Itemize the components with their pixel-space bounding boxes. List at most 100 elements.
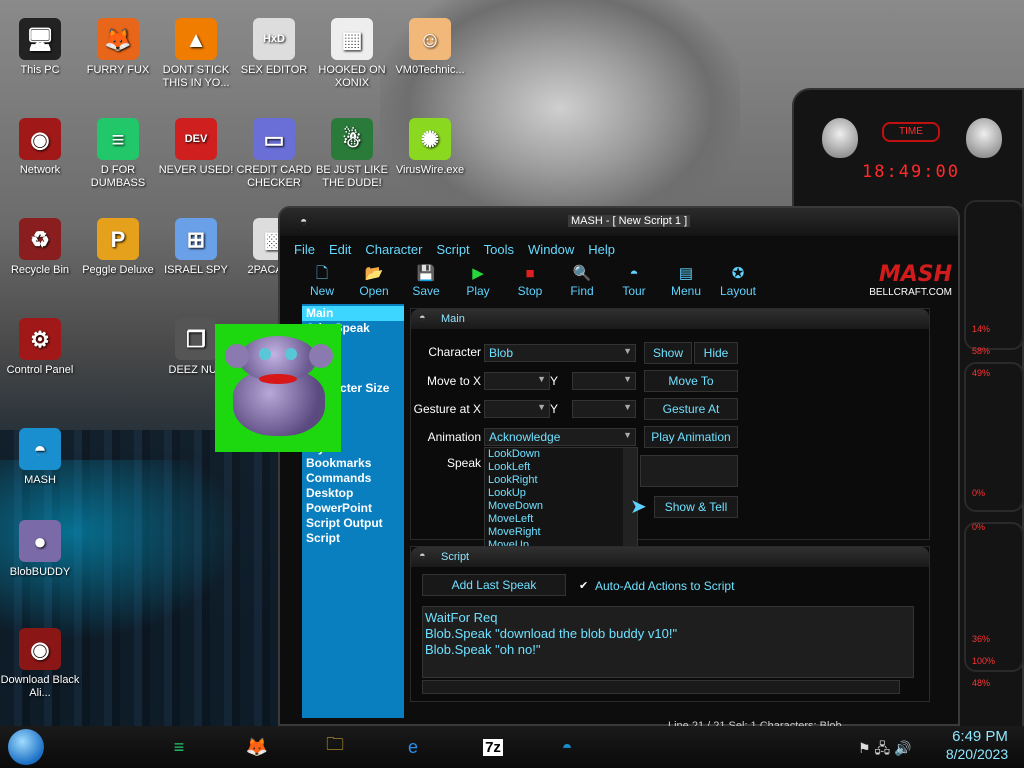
- taskbar-app-internet-explorer[interactable]: e: [394, 730, 432, 764]
- play-button[interactable]: ▶ Play: [452, 264, 504, 304]
- window-title: MASH - [ New Script 1 ]: [568, 215, 691, 227]
- mash-icon: ◓: [19, 428, 61, 470]
- taskbar-date[interactable]: 8/20/2023: [934, 746, 1020, 762]
- show-button[interactable]: Show: [644, 342, 692, 364]
- blob-ear: [309, 344, 333, 368]
- desktop-icon-control-panel[interactable]: ⚙ Control Panel: [0, 318, 80, 377]
- save-button[interactable]: 💾 Save: [400, 264, 452, 304]
- recycle-bin-icon: ♻: [19, 218, 61, 260]
- taskbar-app-file-explorer[interactable]: 🗀: [316, 730, 354, 764]
- menu-edit[interactable]: Edit: [329, 242, 351, 257]
- volume-icon[interactable]: 🔊: [894, 740, 911, 756]
- animation-combo[interactable]: Acknowledge ▼: [484, 428, 636, 446]
- play-animation-button[interactable]: Play Animation: [644, 426, 738, 448]
- main-panel-title: Main: [441, 313, 465, 325]
- taskbar-app-mash[interactable]: ◓: [548, 730, 586, 764]
- desktop-icon-label: Download Black Ali...: [0, 674, 80, 699]
- animation-option[interactable]: LookRight: [485, 474, 637, 487]
- show-tell-button[interactable]: Show & Tell: [654, 496, 738, 518]
- character-combo[interactable]: Blob ▼: [484, 344, 636, 362]
- desktop-icon-doctor[interactable]: ☺ VM0Technic...: [390, 18, 470, 77]
- desktop-icon-vlc-cone[interactable]: ▲ DONT STICK THIS IN YO...: [156, 18, 236, 90]
- desktop-icon-devcpp[interactable]: DEV NEVER USED!: [156, 118, 236, 177]
- taskbar-app-chat-app[interactable]: ≡: [160, 730, 198, 764]
- menu-button[interactable]: ▤ Menu: [660, 264, 712, 304]
- taskbar-time[interactable]: 6:49 PM: [940, 728, 1020, 745]
- desktop-icon-lime[interactable]: ✺ VirusWire.exe: [390, 118, 470, 177]
- nav-item[interactable]: Desktop: [302, 486, 404, 501]
- toolbar-label: Play: [466, 284, 490, 298]
- desktop-icon-mash[interactable]: ◓ MASH: [0, 428, 80, 487]
- auto-add-checkbox-label[interactable]: Auto-Add Actions to Script: [595, 579, 734, 593]
- desktop-icon-peggle[interactable]: P Peggle Deluxe: [78, 218, 158, 277]
- toolbar-label: New: [309, 284, 334, 298]
- desktop-icon-chat[interactable]: ≡ D FOR DUMBASS: [78, 118, 158, 190]
- open-button[interactable]: 📂 Open: [348, 264, 400, 304]
- desktop-icon-firefox[interactable]: 🦊 FURRY FUX: [78, 18, 158, 77]
- folder-icon: 🗀: [326, 734, 344, 754]
- menu-file[interactable]: File: [294, 242, 315, 257]
- move-y-combo[interactable]: ▼: [572, 372, 636, 390]
- move-to-button[interactable]: Move To: [644, 370, 738, 392]
- taskbar-app-firefox[interactable]: 🦊: [238, 730, 276, 764]
- animation-option[interactable]: MoveDown: [485, 500, 637, 513]
- nav-item[interactable]: Script: [302, 531, 404, 546]
- desktop-icon-label: MASH: [24, 474, 56, 486]
- animation-dropdown-list[interactable]: LookDown LookLeft LookRight LookUp MoveDown M…: [484, 447, 638, 551]
- taskbar-app-7zip[interactable]: 7z: [474, 730, 512, 764]
- script-editor[interactable]: WaitFor Req Blob.Speak "download the blob…: [422, 606, 914, 678]
- desktop-icon-blob[interactable]: ● BlobBUDDY: [0, 520, 80, 579]
- nav-item[interactable]: Script Output: [302, 516, 404, 531]
- desktop-icon-xonix[interactable]: ▦ HOOKED ON XONIX: [312, 18, 392, 90]
- speak-input[interactable]: [640, 455, 738, 487]
- start-button[interactable]: [8, 729, 44, 765]
- desktop-icon-monitor[interactable]: 🖥 This PC: [0, 18, 80, 77]
- find-button[interactable]: 🔍 Find: [556, 264, 608, 304]
- gesture-y-combo[interactable]: ▼: [572, 400, 636, 418]
- play-icon: ▶: [472, 265, 484, 282]
- toolbar-label: Layout: [719, 284, 757, 298]
- window-titlebar[interactable]: ◓ MASH - [ New Script 1 ]: [280, 208, 958, 236]
- animation-option[interactable]: LookLeft: [485, 461, 637, 474]
- desktop-icon-elf[interactable]: ☃ BE JUST LIKE THE DUDE!: [312, 118, 392, 190]
- menu-script[interactable]: Script: [436, 242, 469, 257]
- new-button[interactable]: 🗋 New: [296, 264, 348, 304]
- layout-button[interactable]: ✪ Layout: [712, 264, 764, 304]
- checkbox-check-icon[interactable]: ✔: [579, 579, 588, 592]
- gesture-at-button[interactable]: Gesture At: [644, 398, 738, 420]
- move-y-label: Y: [549, 374, 558, 388]
- nav-item[interactable]: PowerPoint: [302, 501, 404, 516]
- add-last-speak-button[interactable]: Add Last Speak: [422, 574, 566, 596]
- nav-item[interactable]: Bookmarks: [302, 456, 404, 471]
- script-line: Blob.Speak "oh no!": [425, 642, 541, 657]
- hide-button[interactable]: Hide: [694, 342, 738, 364]
- desktop-icon-alien-download[interactable]: ◉ Download Black Ali...: [0, 628, 80, 700]
- toolbar-label: Save: [412, 284, 440, 298]
- monitor-icon: 🖥: [19, 18, 61, 60]
- open-folder-icon: 📂: [364, 265, 384, 282]
- blob-character[interactable]: [215, 324, 341, 452]
- toolbar-label: Tour: [622, 284, 646, 298]
- nav-item[interactable]: Commands: [302, 471, 404, 486]
- menu-help[interactable]: Help: [588, 242, 615, 257]
- menu-tools[interactable]: Tools: [484, 242, 514, 257]
- script-hscrollbar[interactable]: [422, 680, 900, 694]
- desktop-icon-recycle-bin[interactable]: ♻ Recycle Bin: [0, 218, 80, 277]
- desktop-icon-network-spy[interactable]: ⊞ ISRAEL SPY: [156, 218, 236, 277]
- animation-option[interactable]: MoveRight: [485, 526, 637, 539]
- desktop-icon-alien-network[interactable]: ◉ Network: [0, 118, 80, 177]
- tour-button[interactable]: ◓ Tour: [608, 264, 660, 304]
- menu-window[interactable]: Window: [528, 242, 574, 257]
- widget-clock: 18:49:00: [862, 162, 960, 182]
- menu-character[interactable]: Character: [365, 242, 422, 257]
- animation-option[interactable]: LookDown: [485, 448, 637, 461]
- nav-item[interactable]: Main: [302, 306, 404, 321]
- animation-option[interactable]: MoveLeft: [485, 513, 637, 526]
- flag-icon[interactable]: ⚑: [858, 740, 871, 756]
- main-panel-header: ◓ Main: [411, 309, 929, 329]
- desktop-icon-credit-card[interactable]: ▭ CREDIT CARD CHECKER: [234, 118, 314, 190]
- network-icon[interactable]: 🖧: [874, 740, 890, 756]
- desktop-icon-hxd[interactable]: HxD SEX EDITOR: [234, 18, 314, 77]
- animation-option[interactable]: LookUp: [485, 487, 637, 500]
- stop-button[interactable]: ■ Stop: [504, 264, 556, 304]
